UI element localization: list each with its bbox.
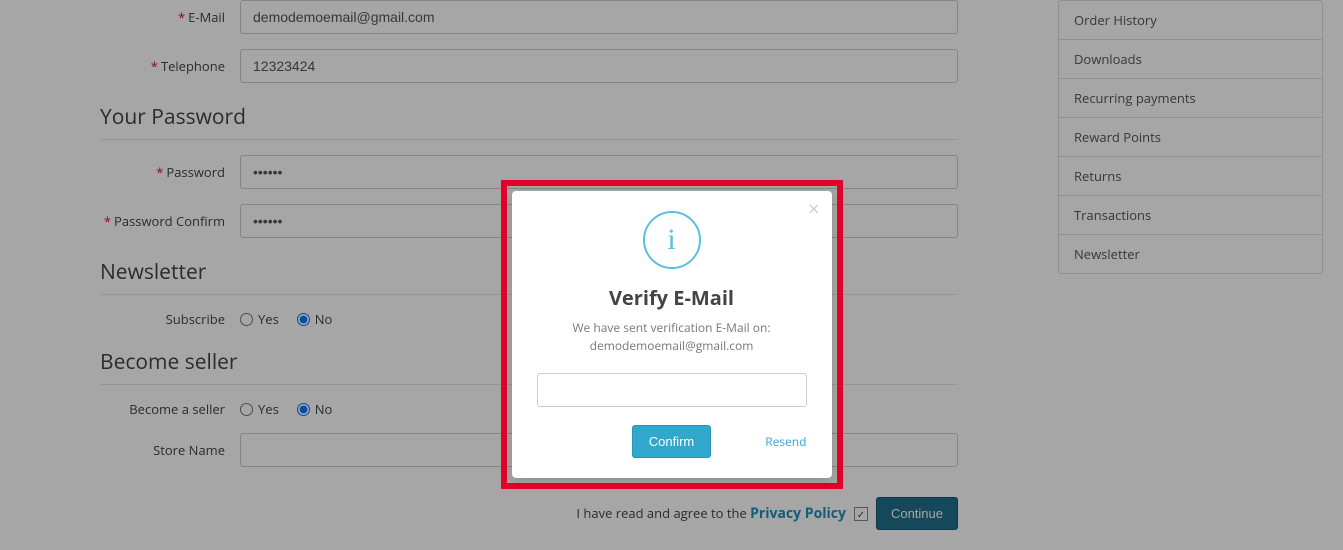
modal-title: Verify E-Mail [537, 284, 807, 311]
verification-code-input[interactable] [537, 373, 807, 407]
resend-link[interactable]: Resend [765, 433, 806, 450]
modal-overlay: × i Verify E-Mail We have sent verificat… [0, 0, 1343, 550]
verify-email-modal: × i Verify E-Mail We have sent verificat… [512, 191, 832, 478]
close-icon[interactable]: × [808, 199, 819, 219]
info-icon: i [643, 211, 701, 269]
confirm-button[interactable]: Confirm [632, 425, 712, 458]
highlight-frame: × i Verify E-Mail We have sent verificat… [501, 180, 843, 489]
modal-actions: Confirm Resend [537, 425, 807, 458]
modal-description: We have sent verification E-Mail on: dem… [537, 319, 807, 355]
